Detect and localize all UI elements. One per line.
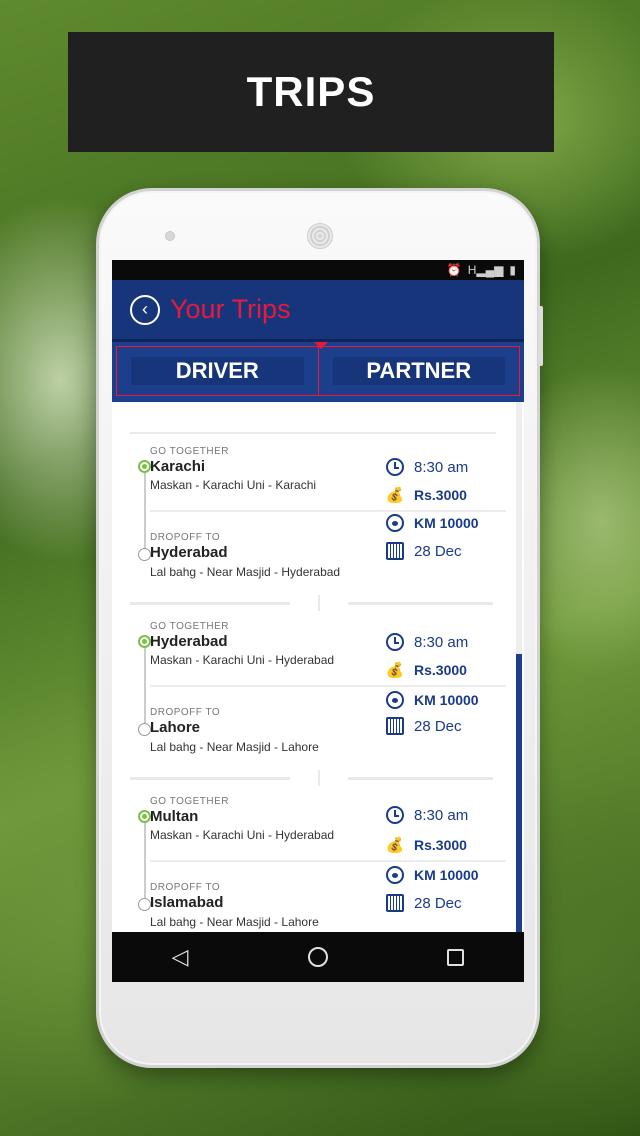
page-title: Your Trips (170, 294, 291, 324)
trip-price: 💰 Rs.3000 (385, 837, 467, 854)
dropoff-route: Lal bahg - Near Masjid - Lahore (150, 915, 319, 929)
dropoff-label: DROPOFF TO (150, 707, 221, 718)
app-bar: ‹ Your Trips (112, 280, 524, 342)
status-bar: ⏰ H▂▄▆ ▮ (112, 260, 524, 280)
back-button[interactable]: ‹ (130, 294, 160, 325)
money-hand-icon: 💰 (385, 662, 405, 679)
power-button (538, 306, 543, 366)
nav-bar: ◁ (112, 932, 524, 982)
pickup-route: Maskan - Karachi Uni - Hyderabad (150, 828, 335, 842)
clock-icon (386, 458, 404, 476)
pickup-label: GO TOGETHER (150, 796, 230, 807)
trip-card[interactable]: GO TOGETHER Multan Maskan - Karachi Uni … (130, 752, 506, 929)
trip-card[interactable]: GO TOGETHER Karachi Maskan - Karachi Uni… (130, 402, 506, 579)
pickup-route: Maskan - Karachi Uni - Hyderabad (150, 653, 335, 667)
money-hand-icon: 💰 (385, 487, 405, 504)
battery-icon: ▮ (509, 263, 516, 277)
phone-screen: ⏰ H▂▄▆ ▮ ‹ Your Trips DRIVER PARTNER GO … (112, 260, 524, 982)
calendar-icon (386, 894, 404, 912)
banner-title: TRIPS (246, 68, 376, 115)
trip-card[interactable]: GO TOGETHER Hyderabad Maskan - Karachi U… (130, 577, 506, 754)
trip-date: 28 Dec (386, 894, 462, 912)
chevron-left-icon: ‹ (142, 299, 148, 319)
pickup-city: Hyderabad (150, 633, 228, 650)
pickup-label: GO TOGETHER (150, 621, 230, 632)
route-timeline (144, 812, 146, 900)
trip-distance: KM 10000 (386, 866, 479, 884)
tab-indicator-icon (314, 342, 328, 349)
alarm-icon: ⏰ (446, 263, 462, 277)
camera-icon (165, 231, 175, 241)
trip-price: 💰 Rs.3000 (385, 662, 467, 679)
steering-wheel-icon (386, 514, 404, 532)
steering-wheel-icon (386, 866, 404, 884)
tab-divider (317, 347, 319, 395)
scrollbar-thumb[interactable] (516, 654, 522, 932)
tabs: DRIVER PARTNER (116, 346, 520, 396)
clock-icon (386, 806, 404, 824)
tab-bar: DRIVER PARTNER (112, 342, 524, 402)
dropoff-label: DROPOFF TO (150, 882, 221, 893)
divider (130, 432, 496, 434)
steering-wheel-icon (386, 691, 404, 709)
pickup-city: Karachi (150, 458, 206, 475)
trip-distance: KM 10000 (386, 691, 479, 709)
trip-time: 8:30 am (386, 806, 468, 824)
speaker-icon (307, 223, 333, 249)
route-timeline (144, 462, 146, 550)
dropoff-city: Islamabad (150, 894, 224, 911)
recents-square-icon[interactable] (447, 948, 465, 966)
trip-time: 8:30 am (386, 633, 468, 651)
divider (150, 860, 506, 862)
trip-price: 💰 Rs.3000 (385, 487, 467, 504)
pickup-city: Multan (150, 808, 199, 825)
trip-time: 8:30 am (386, 458, 468, 476)
dropoff-city: Hyderabad (150, 544, 228, 561)
promo-banner: TRIPS (68, 32, 554, 152)
divider (150, 685, 506, 687)
home-circle-icon[interactable] (307, 947, 328, 967)
signal-icon: H▂▄▆ (467, 263, 504, 277)
trip-distance: KM 10000 (386, 514, 479, 532)
pickup-route: Maskan - Karachi Uni - Karachi (150, 478, 317, 492)
dropoff-city: Lahore (150, 719, 201, 736)
trip-list[interactable]: GO TOGETHER Karachi Maskan - Karachi Uni… (112, 402, 524, 932)
calendar-icon (386, 542, 404, 560)
divider (150, 510, 506, 512)
tab-partner[interactable]: PARTNER (332, 357, 505, 385)
trip-date: 28 Dec (386, 542, 462, 560)
money-hand-icon: 💰 (385, 837, 405, 854)
clock-icon (386, 633, 404, 651)
calendar-icon (386, 717, 404, 735)
route-timeline (144, 637, 146, 725)
tab-driver[interactable]: DRIVER (131, 357, 304, 385)
trip-date: 28 Dec (386, 717, 462, 735)
back-triangle-icon[interactable]: ◁ (172, 944, 189, 970)
pickup-label: GO TOGETHER (150, 446, 230, 457)
dropoff-label: DROPOFF TO (150, 532, 221, 543)
